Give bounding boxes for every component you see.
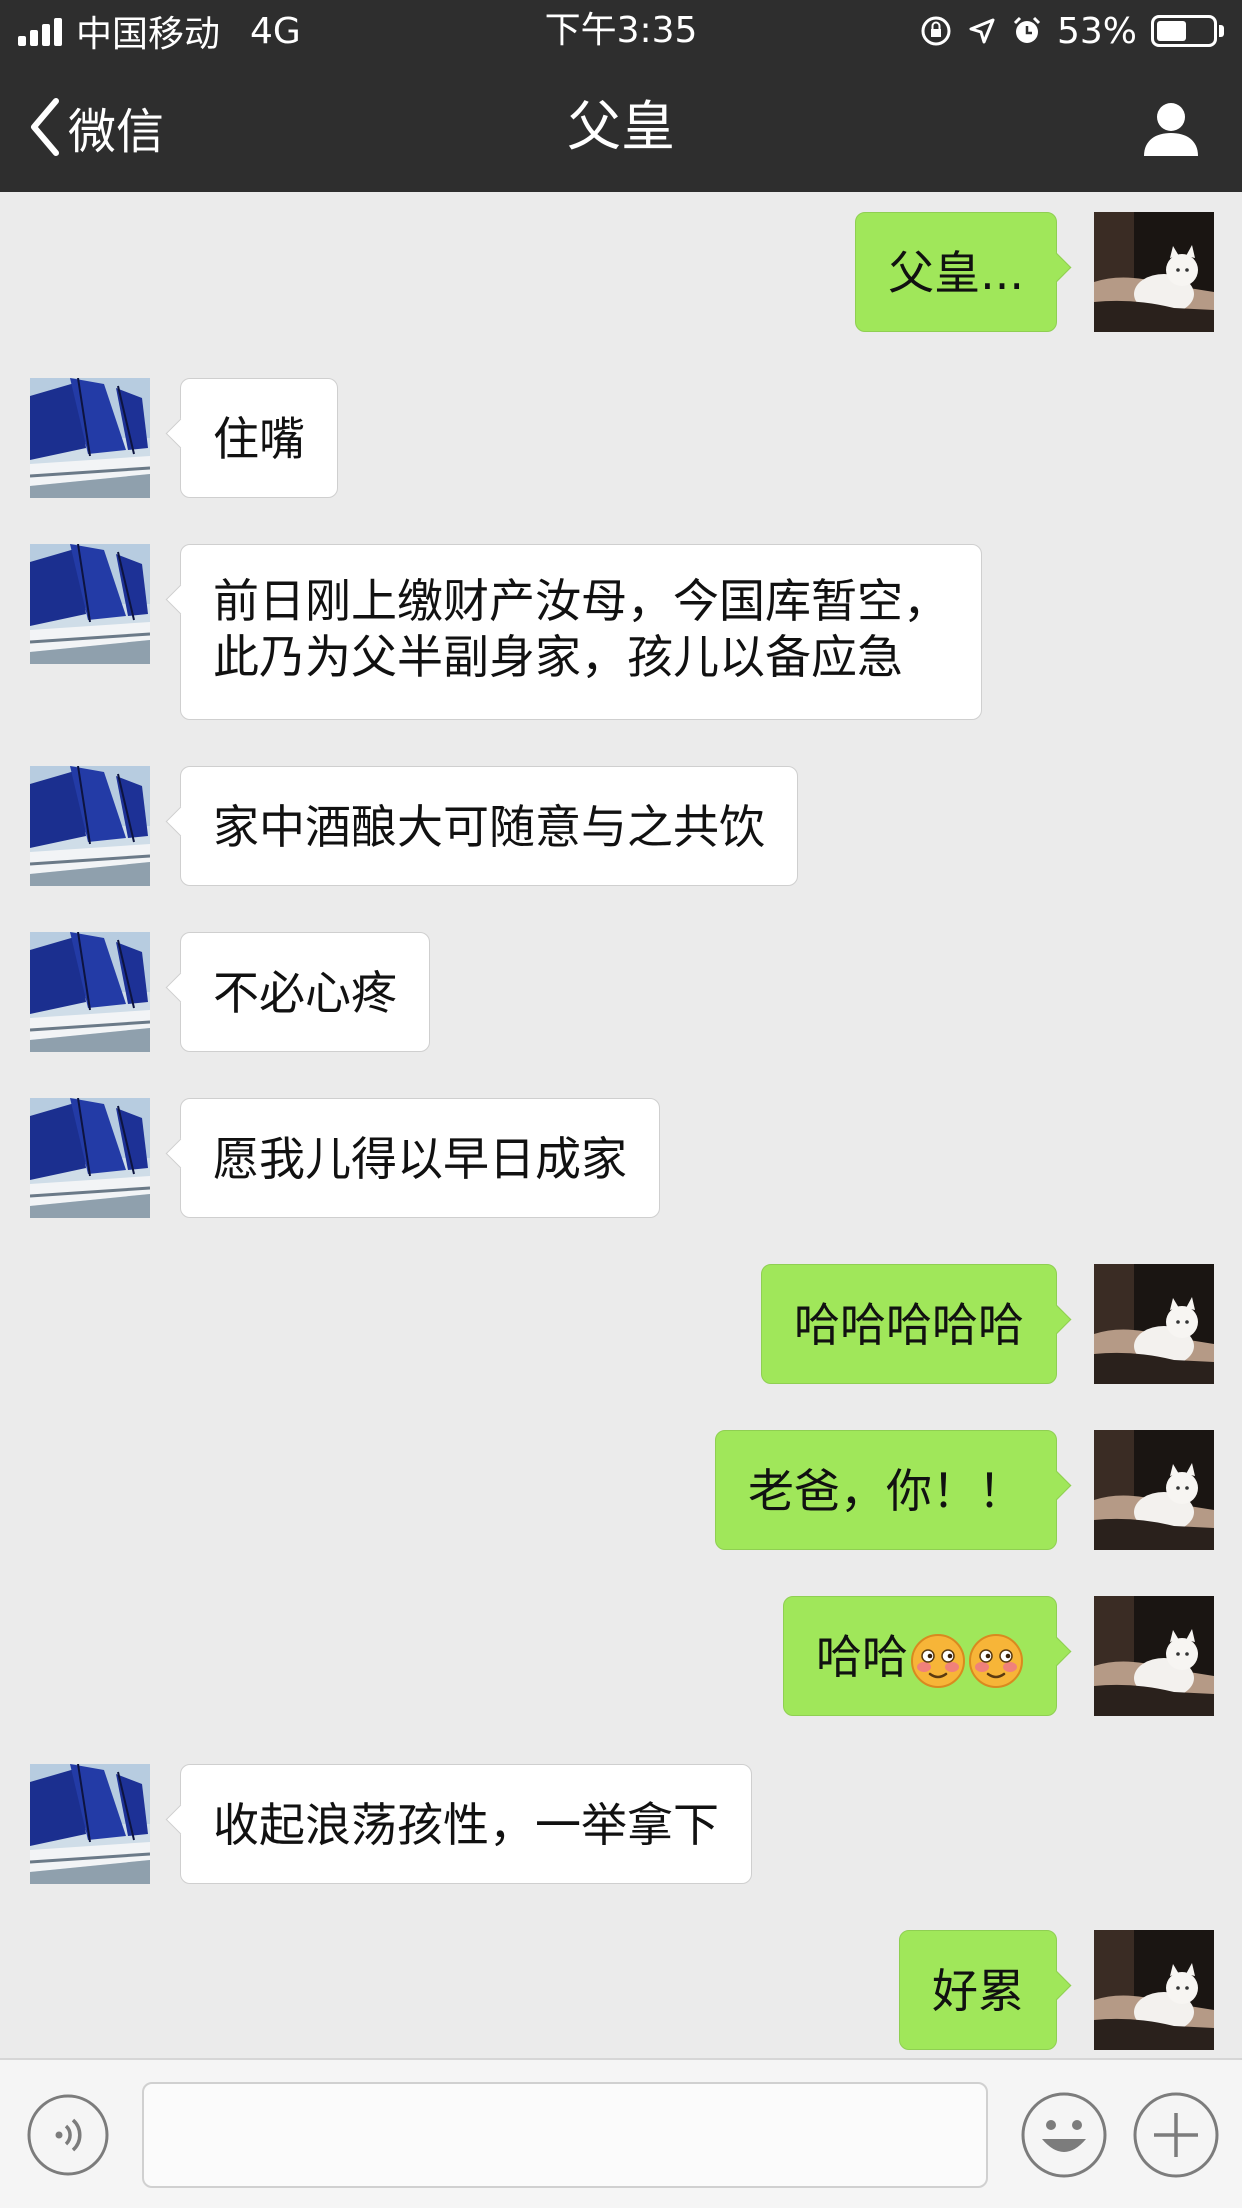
contact-avatar[interactable] (30, 1764, 150, 1884)
received-message: 收起浪荡孩性，一举拿下 (0, 1764, 1242, 1884)
shy-smile-emoji (911, 1633, 965, 1688)
status-bar: 中国移动 4G 下午3:35 53% (0, 0, 1242, 62)
message-input[interactable] (142, 2082, 988, 2188)
message-bubble[interactable]: 家中酒酿大可随意与之共饮 (180, 766, 798, 886)
received-message: 前日刚上缴财产汝母，今国库暂空， 此乃为父半副身家，孩儿以备应急 (0, 544, 1242, 720)
message-text: 收起浪荡孩性，一举拿下 (213, 1798, 719, 1852)
carrier-name: 中国移动 (76, 14, 221, 55)
signal-icon (18, 16, 62, 46)
rotation-lock-icon (919, 14, 953, 48)
message-text: 老爸，你！！ (748, 1464, 1024, 1518)
contact-avatar[interactable] (30, 378, 150, 498)
message-bubble[interactable]: 不必心疼 (180, 932, 430, 1052)
received-message: 住嘴 (0, 378, 1242, 498)
received-message: 家中酒酿大可随意与之共饮 (0, 766, 1242, 886)
message-text: 住嘴 (213, 412, 305, 466)
message-text: 愿我儿得以早日成家 (213, 1132, 627, 1186)
person-icon (1144, 103, 1198, 156)
contact-avatar[interactable] (30, 932, 150, 1052)
emoji-button[interactable] (1020, 2091, 1108, 2179)
battery-level (1157, 21, 1186, 41)
battery-icon (1151, 15, 1224, 47)
chat-title: 父皇 (567, 95, 675, 158)
message-bubble[interactable]: 好累 (899, 1930, 1057, 2050)
nav-bar: 微信 父皇 (0, 62, 1242, 192)
shy-smile-emoji (969, 1633, 1023, 1688)
chevron-left-icon (31, 98, 59, 156)
sent-message: 哈哈 (0, 1596, 1242, 1716)
smiley-icon (1021, 2092, 1107, 2178)
message-bubble[interactable]: 愿我儿得以早日成家 (180, 1098, 660, 1218)
message-bubble[interactable]: 哈哈哈哈哈 (761, 1264, 1057, 1384)
my-avatar[interactable] (1094, 212, 1214, 332)
status-right: 53% (919, 8, 1224, 54)
message-bubble[interactable]: 哈哈 (783, 1596, 1057, 1716)
sent-message: 哈哈哈哈哈 (0, 1264, 1242, 1384)
back-label: 微信 (68, 104, 165, 160)
message-bubble[interactable]: 父皇... (855, 212, 1057, 332)
message-text: 哈哈 (816, 1630, 908, 1684)
plus-icon (1133, 2092, 1219, 2178)
input-bar (0, 2058, 1242, 2208)
status-left: 中国移动 4G (18, 8, 301, 55)
message-bubble[interactable]: 前日刚上缴财产汝母，今国库暂空， 此乃为父半副身家，孩儿以备应急 (180, 544, 982, 720)
message-bubble[interactable]: 收起浪荡孩性，一举拿下 (180, 1764, 752, 1884)
chat-info-button[interactable] (1140, 98, 1202, 160)
contact-avatar[interactable] (30, 1098, 150, 1218)
received-message: 愿我儿得以早日成家 (0, 1098, 1242, 1218)
chat-area[interactable]: 父皇... 住嘴前日刚上缴财产汝母，今国库暂空， 此乃为父半副身家，孩儿以备应急家… (0, 192, 1242, 2058)
contact-avatar[interactable] (30, 544, 150, 664)
my-avatar[interactable] (1094, 1930, 1214, 2050)
my-avatar[interactable] (1094, 1264, 1214, 1384)
message-text: 哈哈哈哈哈 (794, 1298, 1024, 1352)
message-bubble[interactable]: 老爸，你！！ (715, 1430, 1057, 1550)
back-button[interactable]: 微信 (26, 92, 164, 162)
message-text: 前日刚上缴财产汝母，今国库暂空， 此乃为父半副身家，孩儿以备应急 (213, 574, 949, 684)
my-avatar[interactable] (1094, 1596, 1214, 1716)
sent-message: 父皇... (0, 212, 1242, 332)
network-type: 4G (250, 10, 301, 52)
message-text: 父皇... (888, 246, 1024, 300)
sent-message: 老爸，你！！ (0, 1430, 1242, 1550)
voice-icon (27, 2094, 109, 2176)
alarm-icon (1011, 15, 1043, 47)
message-text: 家中酒酿大可随意与之共饮 (213, 800, 765, 854)
my-avatar[interactable] (1094, 1430, 1214, 1550)
contact-avatar[interactable] (30, 766, 150, 886)
battery-percent: 53% (1056, 10, 1137, 52)
received-message: 不必心疼 (0, 932, 1242, 1052)
sent-message: 好累 (0, 1930, 1242, 2050)
more-button[interactable] (1132, 2091, 1220, 2179)
message-bubble[interactable]: 住嘴 (180, 378, 338, 498)
message-text: 好累 (932, 1964, 1024, 2018)
message-text: 不必心疼 (213, 966, 397, 1020)
location-icon (967, 16, 997, 46)
voice-button[interactable] (26, 2093, 110, 2177)
